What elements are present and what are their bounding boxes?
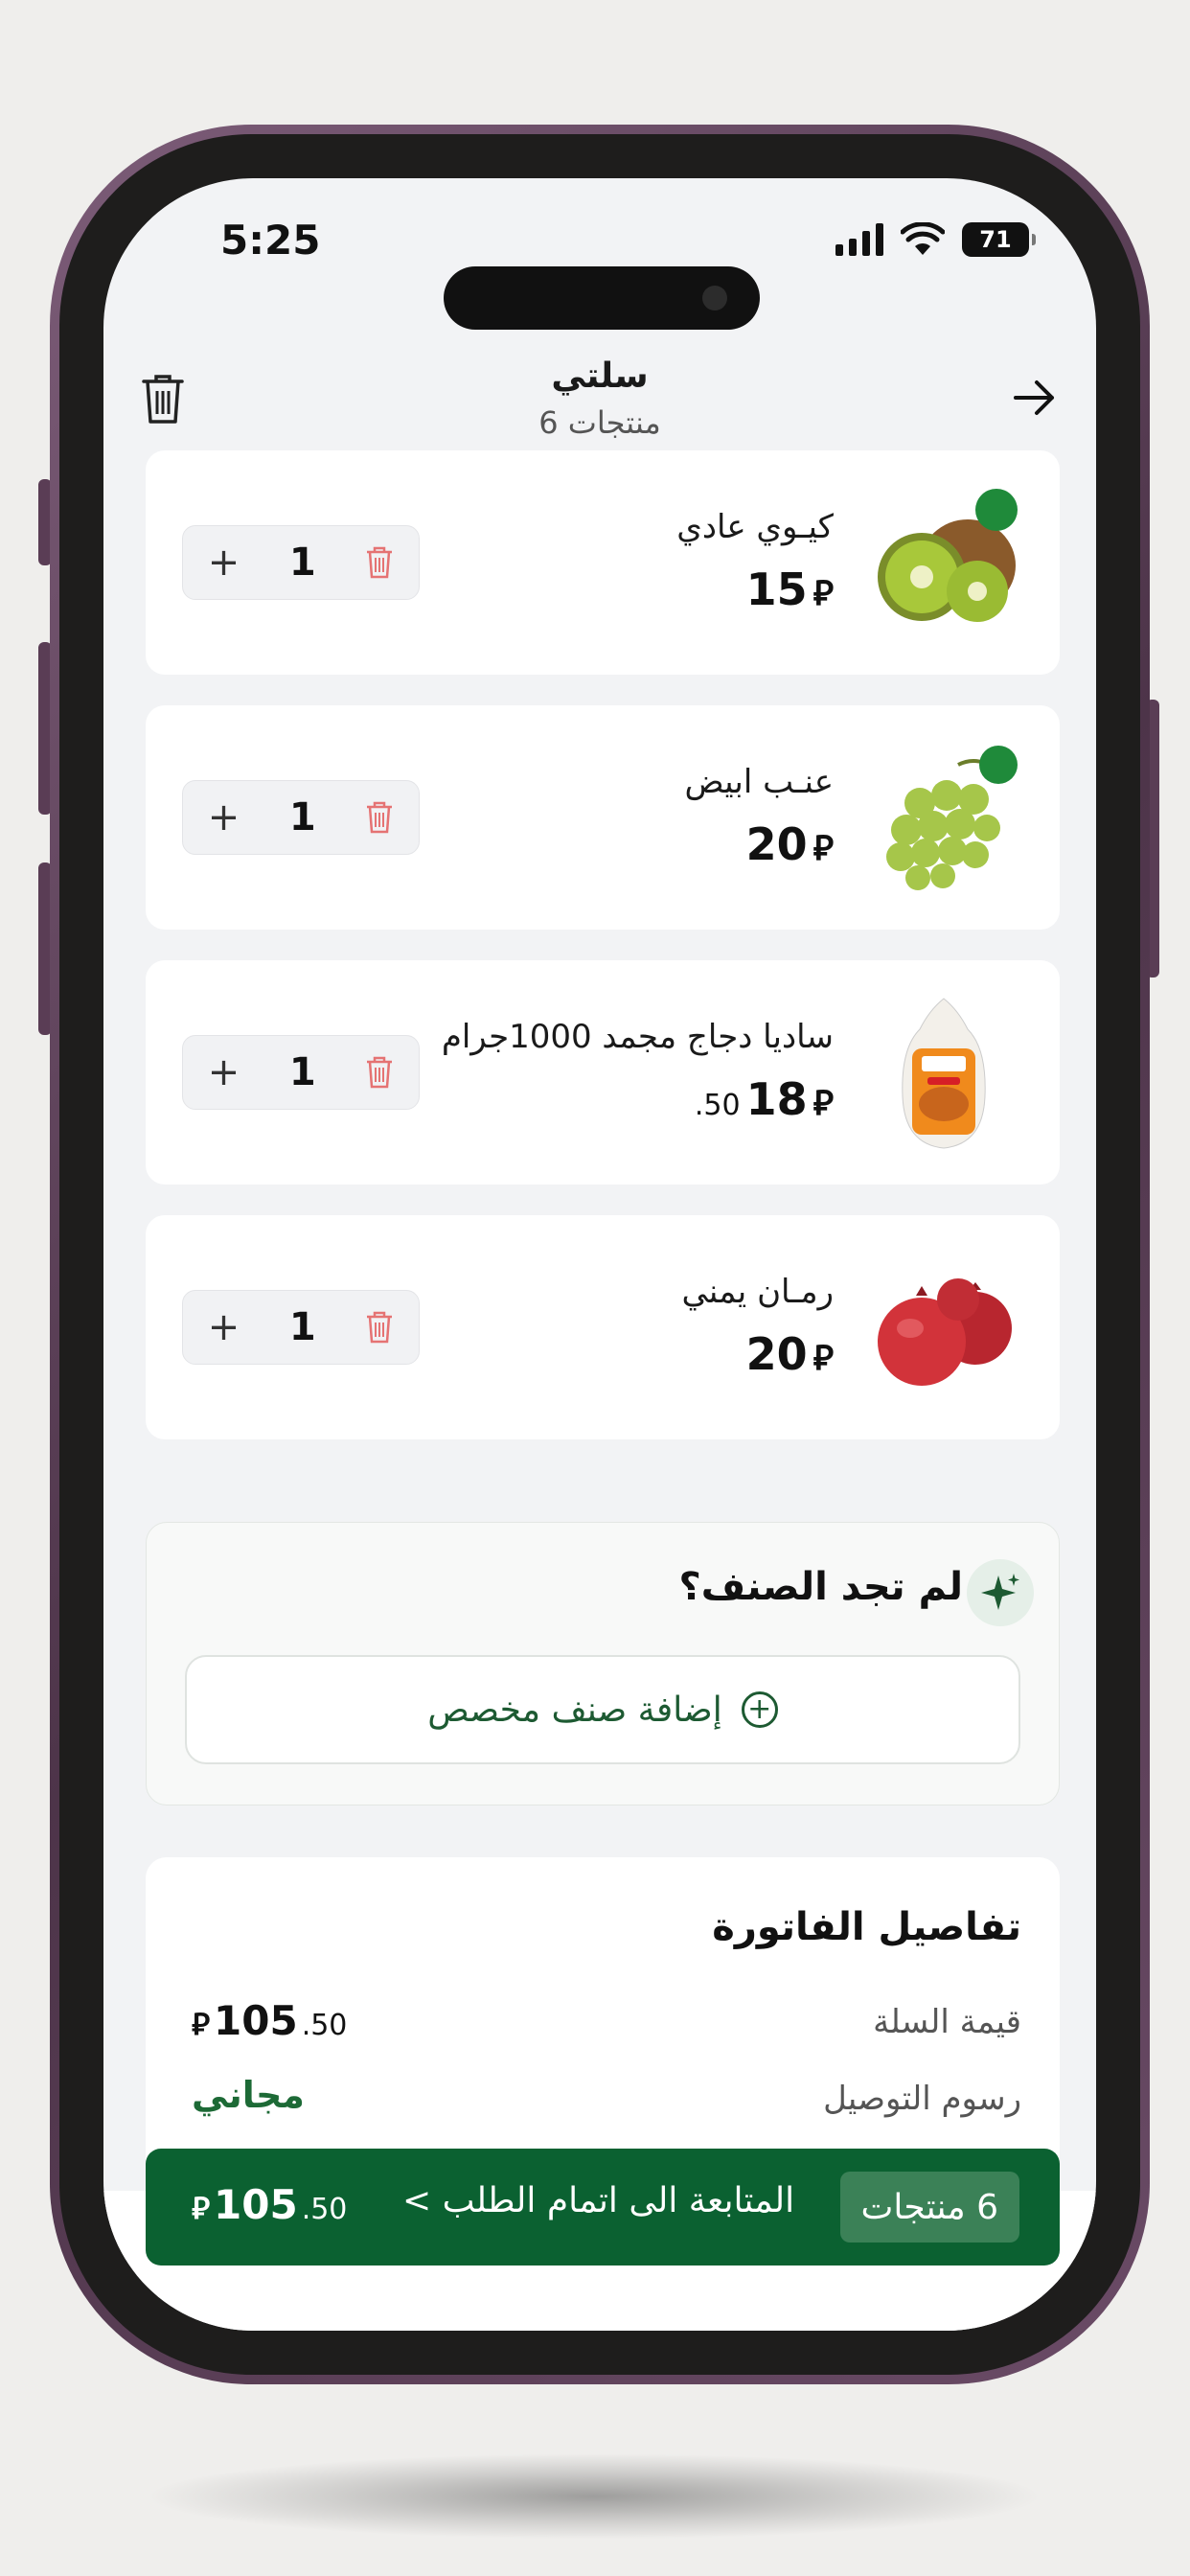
- add-custom-item-button[interactable]: إضافة صنف مخصص +: [185, 1655, 1020, 1764]
- basket-value: ⃁ 105 .50: [192, 1997, 348, 2044]
- delivery-fee-label: رسوم التوصيل: [823, 2080, 1021, 2118]
- add-custom-item-label: إضافة صنف مخصص: [427, 1690, 722, 1730]
- signal-icon: [835, 223, 883, 256]
- product-price: .50 18 ⃁: [694, 1073, 834, 1125]
- items-count: 6 منتجات: [538, 404, 661, 441]
- riyal-icon: ⃁: [812, 829, 834, 868]
- delete-item-trash-icon[interactable]: [365, 1055, 394, 1090]
- sparkle-icon: [967, 1559, 1034, 1626]
- increase-button[interactable]: +: [208, 540, 240, 585]
- product-name: ساديا دجاج مجمد 1000جرام: [441, 1018, 834, 1056]
- back-arrow-icon[interactable]: [1010, 374, 1058, 422]
- custom-item-title: لم تجد الصنف؟: [678, 1565, 963, 1609]
- status-time: 5:25: [220, 217, 321, 264]
- checkout-total: ⃁ 105 .50: [192, 2181, 348, 2228]
- grapes-image: [886, 746, 1018, 890]
- quantity-stepper: + 1: [182, 1290, 420, 1365]
- quantity-value: 1: [288, 795, 316, 840]
- wifi-icon: [901, 222, 945, 255]
- invoice-title: تفاصيل الفاتورة: [712, 1905, 1021, 1949]
- cart-item: كيـوي عادي 15 ⃁ + 1: [146, 450, 1060, 675]
- increase-button[interactable]: +: [208, 795, 240, 840]
- frozen-chicken-image: [902, 998, 986, 1149]
- product-name: رمـان يمني: [681, 1273, 834, 1311]
- checkout-button[interactable]: 6 منتجات المتابعة الى اتمام الطلب > ⃁ 10…: [146, 2149, 1060, 2266]
- delete-item-trash-icon[interactable]: [365, 800, 394, 835]
- product-price: 15 ⃁: [745, 564, 834, 615]
- delete-item-trash-icon[interactable]: [365, 545, 394, 580]
- quantity-stepper: + 1: [182, 780, 420, 855]
- phone-shadow: [144, 2453, 1044, 2540]
- product-price: 20 ⃁: [745, 818, 834, 870]
- phone-bezel: 5:25 71 سلتي 6 منتجات: [59, 134, 1140, 2375]
- battery-icon: 71: [962, 222, 1036, 257]
- delete-item-trash-icon[interactable]: [365, 1310, 394, 1345]
- product-name: عنـب ابيض: [684, 763, 834, 801]
- camera-icon: [702, 286, 727, 310]
- quantity-stepper: + 1: [182, 1035, 420, 1110]
- increase-button[interactable]: +: [208, 1050, 240, 1094]
- dynamic-island: [444, 266, 760, 330]
- cart-item: ساديا دجاج مجمد 1000جرام .50 18 ⃁ + 1: [146, 960, 1060, 1184]
- page-title: سلتي: [551, 356, 649, 396]
- product-price: 20 ⃁: [745, 1328, 834, 1380]
- increase-button[interactable]: +: [208, 1305, 240, 1349]
- riyal-icon: ⃁: [812, 574, 834, 613]
- quantity-value: 1: [288, 1305, 316, 1349]
- basket-value-label: قيمة السلة: [873, 2003, 1021, 2041]
- quantity-value: 1: [288, 1050, 316, 1094]
- riyal-icon: ⃁: [192, 2190, 211, 2226]
- delivery-fee-value: مجاني: [192, 2074, 305, 2116]
- quantity-value: 1: [288, 540, 316, 585]
- pomegranate-image: [878, 1278, 1012, 1386]
- product-name: كيـوي عادي: [676, 508, 834, 546]
- checkout-label: المتابعة الى اتمام الطلب >: [402, 2181, 795, 2220]
- phone-frame: 5:25 71 سلتي 6 منتجات: [50, 125, 1150, 2384]
- riyal-icon: ⃁: [812, 1339, 834, 1378]
- header: سلتي 6 منتجات: [103, 322, 1096, 441]
- riyal-icon: ⃁: [812, 1084, 834, 1123]
- cart-item: رمـان يمني 20 ⃁ + 1: [146, 1215, 1060, 1439]
- status-icons: 71: [835, 222, 1036, 257]
- screen: 5:25 71 سلتي 6 منتجات: [103, 178, 1096, 2331]
- quantity-stepper: + 1: [182, 525, 420, 600]
- cart-item: عنـب ابيض 20 ⃁ + 1: [146, 705, 1060, 930]
- custom-item-section: لم تجد الصنف؟ إضافة صنف مخصص +: [146, 1522, 1060, 1806]
- plus-circle-icon: +: [741, 1691, 778, 1728]
- riyal-icon: ⃁: [192, 2006, 211, 2042]
- kiwi-image: [878, 489, 1018, 622]
- checkout-count-badge: 6 منتجات: [839, 2172, 1019, 2242]
